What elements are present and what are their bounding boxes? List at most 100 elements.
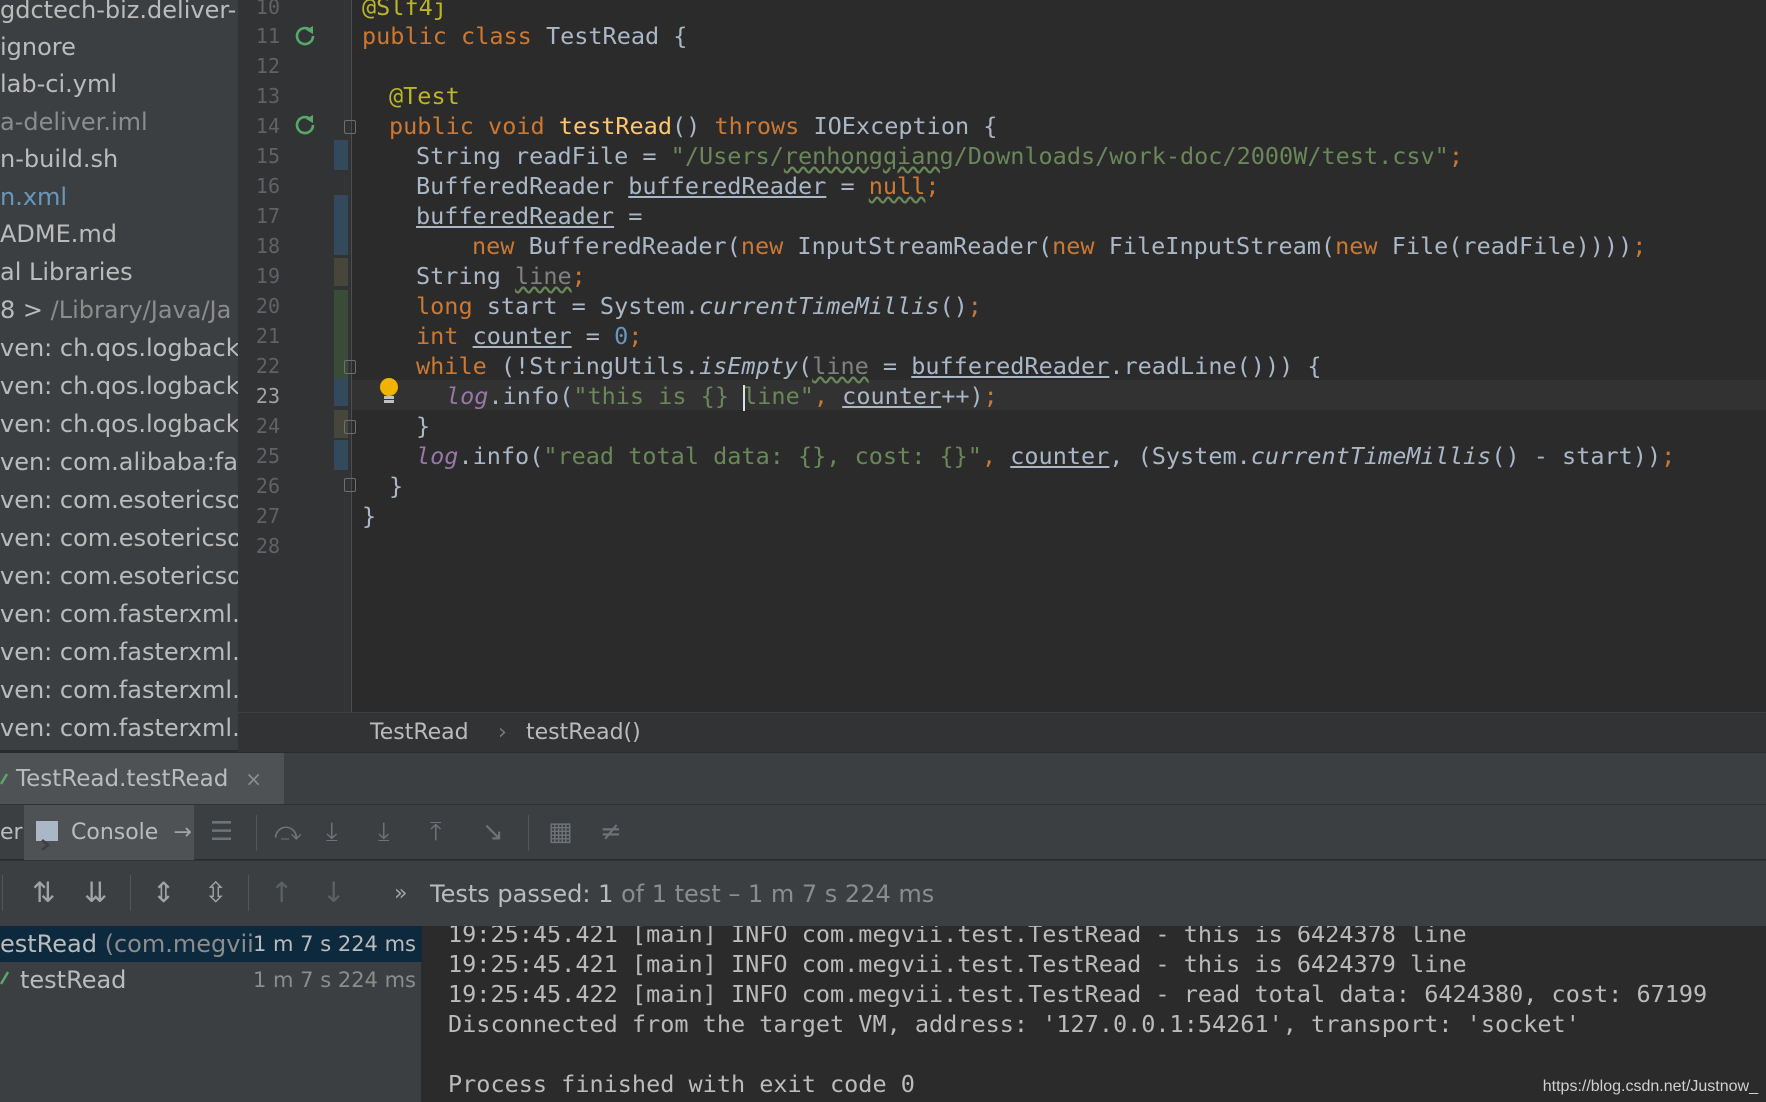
console-line: 19:25:45.422 [main] INFO com.megvii.test… (448, 980, 1708, 1008)
semicolon: ; (1632, 232, 1647, 260)
tree-item-library[interactable]: ven: com.fasterxml.j (0, 634, 238, 670)
breadcrumb-class[interactable]: TestRead (370, 713, 469, 753)
debugger-tab[interactable]: er (0, 805, 23, 861)
tree-item-iml[interactable]: a-deliver.iml (0, 104, 148, 140)
tree-item-library[interactable]: ven: ch.qos.logback (0, 330, 238, 366)
tree-item-library[interactable]: ven: com.fasterxml.j (0, 710, 238, 746)
check-icon (0, 753, 9, 805)
line-number: 26 (255, 474, 280, 498)
string-literal: "/Users/ (670, 142, 784, 170)
fold-icon[interactable] (344, 120, 356, 134)
pin-icon[interactable]: → (173, 820, 191, 845)
code-line: @Slf4j (362, 0, 447, 22)
bulb-icon[interactable] (378, 376, 400, 411)
tree-item-gitignore[interactable]: ignore (0, 29, 76, 65)
semicolon: ; (628, 322, 643, 350)
tree-item-readme[interactable]: ADME.md (0, 216, 117, 252)
tree-item-external-libraries[interactable]: al Libraries (0, 254, 133, 290)
settings-icon[interactable]: ≠ (600, 817, 622, 847)
field: log (446, 382, 489, 410)
console-line: 19:25:45.421 [main] INFO com.megvii.test… (448, 926, 1467, 948)
tree-item-library[interactable]: ven: ch.qos.logback (0, 368, 238, 404)
tree-item-gitlab-ci[interactable]: lab-ci.yml (0, 66, 117, 102)
line-number: 10 (255, 0, 280, 19)
test-tree-row[interactable]: testRead 1 m 7 s 224 ms (0, 962, 422, 998)
code-line: String readFile = "/Users/renhongqiang/D… (416, 141, 1463, 171)
keyword: void (488, 112, 545, 140)
method-name: testRead (558, 112, 672, 140)
fold-icon[interactable] (344, 420, 356, 434)
code-text: } (416, 412, 431, 440)
keyword: public (362, 22, 447, 50)
download-icon[interactable]: ⤓ (326, 817, 338, 847)
semicolon: ; (1448, 142, 1463, 170)
code-text: = (571, 322, 615, 350)
console-output[interactable]: 19:25:45.421 [main] INFO com.megvii.test… (422, 926, 1766, 1102)
static-method: isEmpty (698, 352, 799, 380)
tree-item-library[interactable]: ven: com.fasterxml.j (0, 596, 238, 632)
line-number: 25 (255, 444, 280, 468)
test-status-prefix: Tests passed: (430, 880, 599, 908)
test-tree-row[interactable]: estRead (com.megvii 1 m 7 s 224 ms (0, 926, 422, 962)
soft-wrap-icon[interactable]: ☰ (210, 817, 233, 847)
code-line: public void testRead() throws IOExceptio… (389, 111, 997, 141)
keyword: new (1335, 232, 1378, 260)
run-to-cursor-icon[interactable]: ↘ (482, 817, 504, 847)
tree-item-library[interactable]: ven: com.esotericso (0, 482, 238, 518)
code-line-current: log.info("this is {} line", counter++); (446, 381, 998, 411)
test-status-count: 1 (598, 880, 614, 908)
tree-item-pom-xml[interactable]: n.xml (0, 179, 67, 215)
fold-icon[interactable] (344, 478, 356, 492)
sort-alpha-icon[interactable]: ⇅ (32, 877, 55, 909)
layout-icon[interactable]: ▦ (548, 817, 573, 847)
variable: line (812, 352, 869, 380)
string-literal: "this is {} (573, 382, 744, 410)
step-into-icon[interactable]: ⤓ (378, 817, 390, 847)
code-text: .readLine())) { (1109, 352, 1322, 380)
variable: counter (472, 322, 572, 350)
more-icon[interactable]: » (394, 861, 407, 927)
close-icon[interactable]: × (245, 753, 262, 805)
keyword: class (461, 22, 532, 50)
breadcrumb-method[interactable]: testRead() (526, 713, 641, 753)
tree-item-library[interactable]: ven: com.fasterxml.j (0, 672, 238, 708)
tree-item-jdk[interactable]: 8 > /Library/Java/Ja (0, 292, 231, 328)
code-text: (!StringUtils. (486, 352, 699, 380)
tree-item-build-sh[interactable]: n-build.sh (0, 141, 118, 177)
breadcrumb-separator: › (498, 720, 507, 745)
sort-duration-icon[interactable]: ⇊ (84, 877, 107, 909)
tree-item-library[interactable]: ven: com.alibaba:fas (0, 444, 238, 480)
toolbar-separator (248, 875, 249, 911)
console-tab[interactable]: Console → (24, 805, 194, 861)
keyword: new (1052, 232, 1095, 260)
code-line: @Test (389, 81, 460, 111)
code-line: while (!StringUtils.isEmpty(line = buffe… (416, 351, 1322, 381)
tree-item-library[interactable]: ven: ch.qos.logback (0, 406, 238, 442)
next-test-icon[interactable]: ↓ (322, 877, 345, 909)
variable: bufferedReader (911, 352, 1110, 380)
test-method-name: testRead (20, 966, 127, 994)
expand-all-icon[interactable]: ⇕ (152, 877, 175, 909)
keyword: null (868, 172, 926, 200)
semicolon: ; (1661, 442, 1676, 470)
line-number: 19 (255, 264, 280, 288)
prev-test-icon[interactable]: ↑ (270, 877, 293, 909)
console-line: Disconnected from the target VM, address… (448, 1010, 1580, 1038)
line-number: 21 (255, 324, 280, 348)
step-over-icon[interactable]: ⤼ (274, 817, 302, 847)
collapse-all-icon[interactable]: ⇳ (204, 877, 227, 909)
semicolon: ; (925, 172, 940, 200)
static-method: currentTimeMillis (1250, 442, 1492, 470)
static-method: currentTimeMillis (698, 292, 940, 320)
upload-icon[interactable]: ⤒ (430, 817, 442, 847)
code-line: int counter = 0; (416, 321, 642, 351)
field: log (416, 442, 459, 470)
code-line: String line; (416, 261, 586, 291)
run-tab[interactable]: TestRead.testRead × (0, 753, 284, 805)
run-gutter-icon[interactable] (293, 113, 319, 142)
run-gutter-icon[interactable] (293, 24, 319, 53)
tree-item-library[interactable]: ven: com.esotericso (0, 558, 238, 594)
tree-item-library[interactable]: ven: com.esotericso (0, 520, 238, 556)
fold-icon[interactable] (344, 360, 356, 374)
tree-item-module[interactable]: gdctech-biz.deliver- (0, 0, 236, 28)
